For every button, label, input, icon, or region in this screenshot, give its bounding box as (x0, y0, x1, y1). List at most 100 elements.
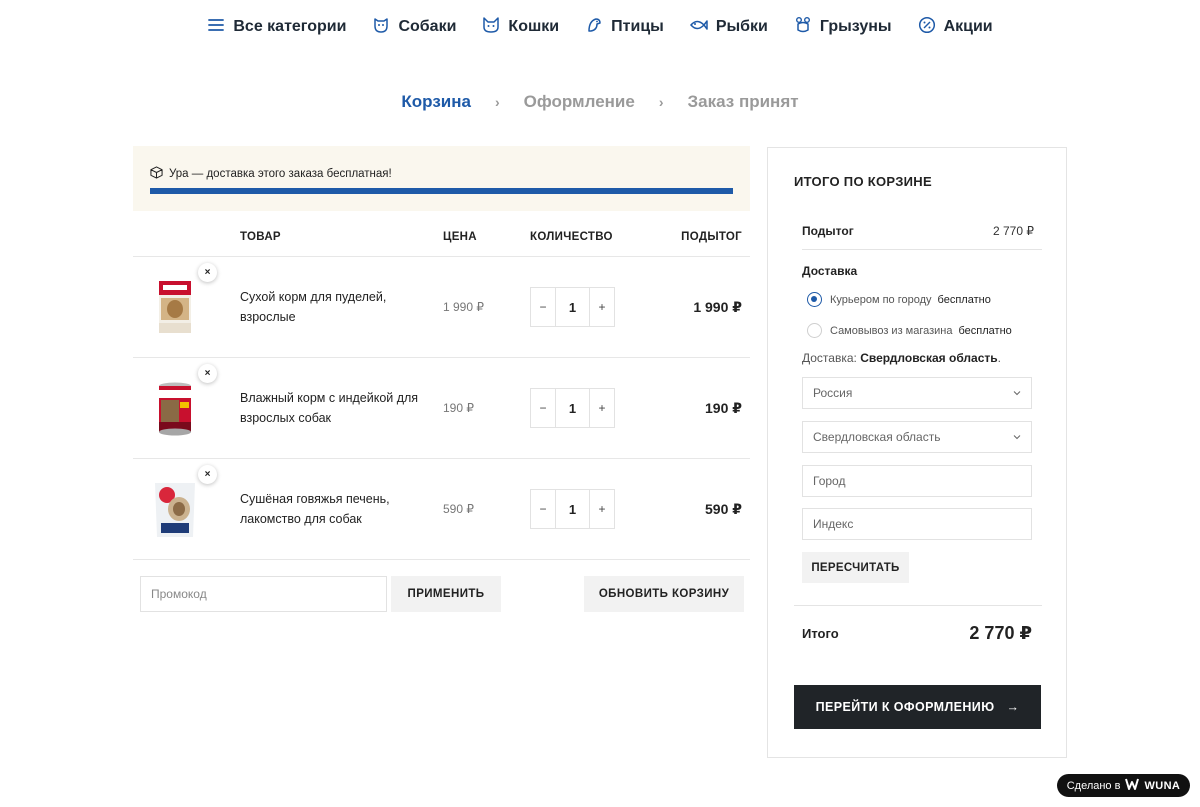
nav-item-rodents[interactable]: Грызуны (794, 16, 892, 38)
cart-row: × Влажный корм с индейкой для взрослых с… (133, 358, 750, 459)
wuna-logo-icon (1125, 778, 1140, 793)
country-value: Россия (813, 386, 853, 400)
box-icon (150, 166, 163, 182)
arrow-right-icon: → (1006, 700, 1020, 714)
product-subtotal: 590 ₽ (705, 501, 742, 517)
coupon-input[interactable] (140, 576, 387, 612)
shipping-option-label: Самовывоз из магазина (830, 324, 953, 337)
product-name[interactable]: Сухой корм для пуделей, взрослые (240, 287, 430, 327)
chevron-down-icon (1013, 386, 1021, 400)
subtotal-value: 2 770 ₽ (993, 224, 1034, 238)
nav-item-label: Собаки (398, 18, 457, 35)
cart-table-header: ТОВАР ЦЕНА КОЛИЧЕСТВО ПОДЫТОГ (133, 219, 750, 257)
divider (794, 605, 1042, 606)
product-image[interactable] (147, 376, 203, 440)
radio-button[interactable] (807, 323, 822, 338)
menu-icon (207, 16, 225, 39)
decrease-button[interactable]: − (531, 490, 555, 528)
bird-icon (585, 16, 603, 39)
product-price: 1 990 ₽ (443, 300, 484, 314)
quantity-input[interactable]: 1 (555, 389, 590, 427)
step-cart[interactable]: Корзина (401, 92, 471, 112)
product-name[interactable]: Сушёная говяжья печень, лакомство для со… (240, 489, 430, 529)
step-separator: › (658, 94, 664, 110)
discount-icon (918, 16, 936, 39)
badge-prefix: Сделано в (1066, 779, 1121, 792)
remove-item-button[interactable]: × (198, 465, 217, 484)
nav-item-fish[interactable]: Рыбки (689, 16, 768, 39)
decrease-button[interactable]: − (531, 389, 555, 427)
made-in-badge[interactable]: Сделано в WUNA (1057, 774, 1190, 797)
checkout-steps: Корзина › Оформление › Заказ принят (0, 92, 1200, 112)
step-order-received: Заказ принят (687, 92, 799, 111)
step-separator: › (494, 94, 500, 110)
checkout-label: ПЕРЕЙТИ К ОФОРМЛЕНИЮ (815, 700, 995, 714)
banner-text: Ура — доставка этого заказа бесплатная! (169, 168, 392, 180)
product-image[interactable] (147, 477, 203, 541)
nav-item-all-categories[interactable]: Все категории (207, 16, 346, 38)
nav-item-label: Кошки (508, 18, 560, 35)
cart-row: × Сушёная говяжья печень, лакомство для … (133, 459, 750, 560)
cart-row: × Сухой корм для пуделей, взрослые 1 990… (133, 257, 750, 358)
product-image[interactable] (147, 275, 203, 339)
category-nav: Все категории Собаки Кошки Птицы Рыбки Г… (0, 16, 1200, 38)
header-quantity: КОЛИЧЕСТВО (530, 231, 613, 243)
chevron-down-icon (1013, 430, 1021, 444)
remove-item-button[interactable]: × (198, 263, 217, 282)
nav-item-label: Грызуны (819, 18, 892, 35)
proceed-to-checkout-button[interactable]: ПЕРЕЙТИ К ОФОРМЛЕНИЮ → (794, 685, 1041, 729)
decrease-button[interactable]: − (531, 288, 555, 326)
zip-field[interactable]: Индекс (802, 508, 1032, 540)
radio-button[interactable] (807, 292, 822, 307)
shipping-option-pickup[interactable]: Самовывоз из магазина бесплатно (807, 323, 1012, 338)
header-price: ЦЕНА (443, 231, 477, 243)
shipping-option-label: Курьером по городу (830, 293, 932, 306)
recalculate-button[interactable]: ПЕРЕСЧИТАТЬ (802, 552, 909, 583)
increase-button[interactable]: + (590, 288, 614, 326)
free-shipping-banner: Ура — доставка этого заказа бесплатная! (133, 146, 750, 211)
increase-button[interactable]: + (590, 389, 614, 427)
product-name[interactable]: Влажный корм с индейкой для взрослых соб… (240, 388, 430, 428)
increase-button[interactable]: + (590, 490, 614, 528)
quantity-input[interactable]: 1 (555, 490, 590, 528)
shipping-label: Доставка (802, 264, 858, 278)
nav-item-promotions[interactable]: Акции (918, 16, 993, 38)
country-select[interactable]: Россия (802, 377, 1032, 409)
quantity-stepper: − 1 + (530, 287, 615, 327)
nav-item-dogs[interactable]: Собаки (372, 16, 456, 38)
nav-item-birds[interactable]: Птицы (585, 16, 664, 38)
city-placeholder: Город (813, 474, 846, 488)
step-checkout[interactable]: Оформление (524, 92, 635, 112)
city-field[interactable]: Город (802, 465, 1032, 497)
nav-item-cats[interactable]: Кошки (482, 16, 559, 38)
shipping-option-courier[interactable]: Курьером по городу бесплатно (807, 292, 991, 307)
shipping-option-price: бесплатно (937, 293, 991, 306)
header-product: ТОВАР (240, 231, 281, 243)
region-select[interactable]: Свердловская область (802, 421, 1032, 453)
cart-totals-panel: ИТОГО ПО КОРЗИНЕ Подытог 2 770 ₽ Доставк… (767, 147, 1067, 758)
destination-region: Свердловская область (860, 351, 998, 365)
quantity-input[interactable]: 1 (555, 288, 590, 326)
region-value: Свердловская область (813, 430, 941, 444)
subtotal-row: Подытог 2 770 ₽ (802, 216, 1042, 250)
banner-message: Ура — доставка этого заказа бесплатная! (150, 166, 733, 182)
apply-coupon-button[interactable]: ПРИМЕНИТЬ (391, 576, 501, 612)
nav-item-label: Акции (943, 18, 993, 35)
totals-title: ИТОГО ПО КОРЗИНЕ (794, 174, 932, 189)
fish-icon (689, 16, 708, 39)
shipping-destination: Доставка: Свердловская область. (802, 351, 1001, 365)
remove-item-button[interactable]: × (198, 364, 217, 383)
progress-fill (150, 188, 733, 194)
header-subtotal: ПОДЫТОГ (681, 231, 742, 243)
product-subtotal: 1 990 ₽ (693, 299, 742, 315)
subtotal-label: Подытог (802, 224, 854, 238)
cat-icon (482, 16, 500, 39)
nav-item-label: Все категории (233, 18, 347, 35)
update-cart-button[interactable]: ОБНОВИТЬ КОРЗИНУ (584, 576, 744, 612)
nav-item-label: Птицы (611, 18, 664, 35)
product-price: 190 ₽ (443, 401, 474, 415)
badge-brand: WUNA (1144, 779, 1181, 792)
quantity-stepper: − 1 + (530, 388, 615, 428)
product-price: 590 ₽ (443, 502, 474, 516)
total-label: Итого (802, 626, 839, 641)
